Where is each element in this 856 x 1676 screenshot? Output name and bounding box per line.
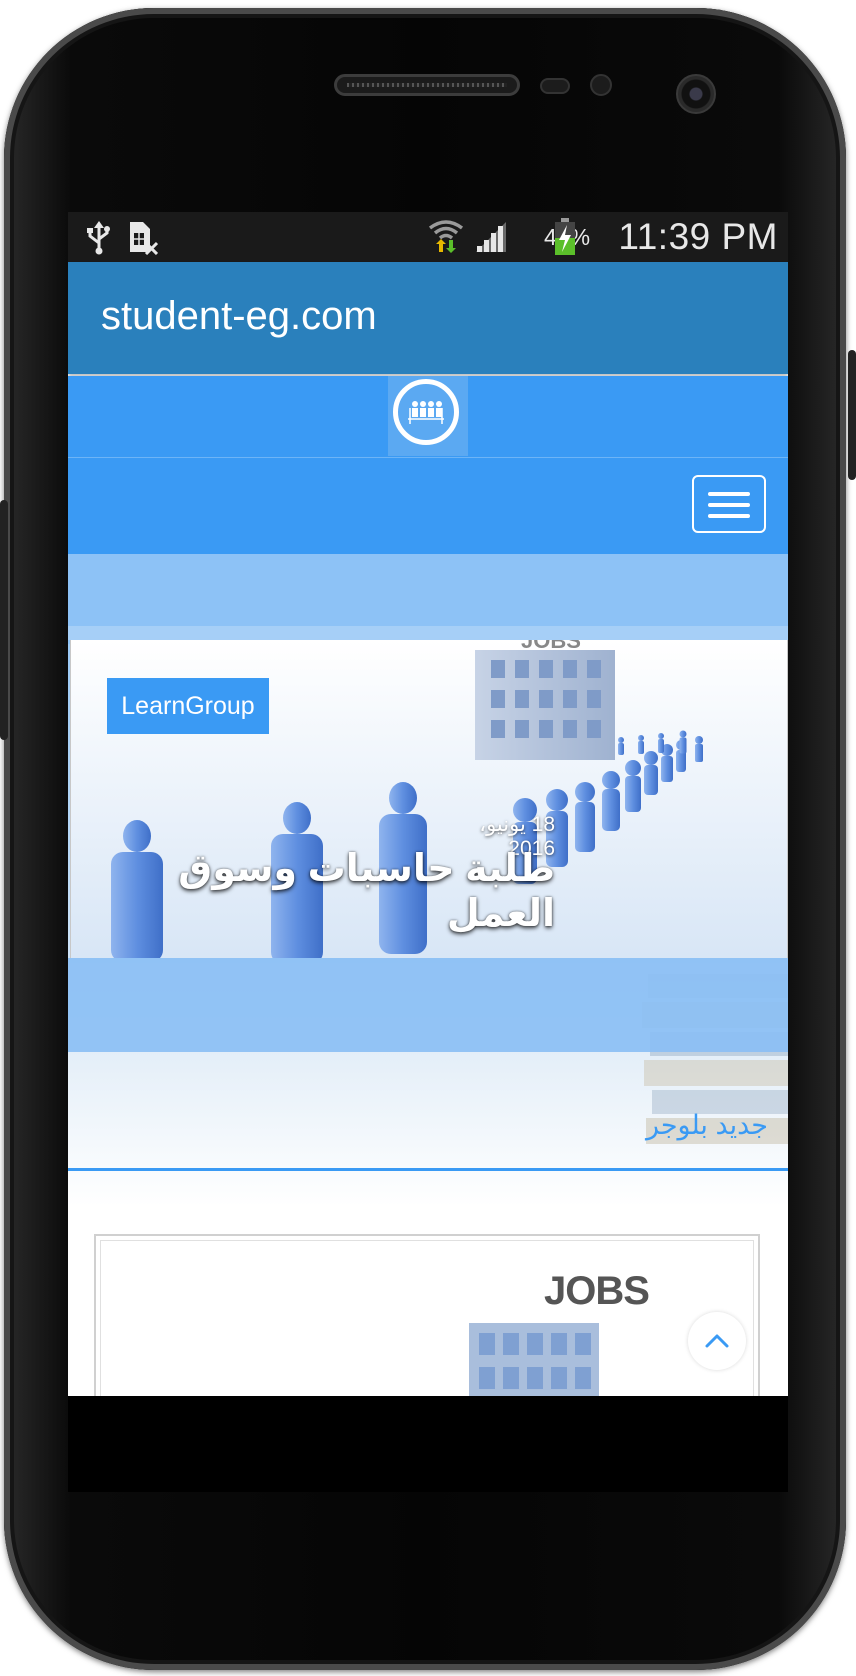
usb-icon [86,221,112,260]
signal-icon [474,220,508,259]
site-header [68,376,788,457]
category-badge[interactable]: LearnGroup [107,678,269,734]
nav-bar [68,458,788,554]
status-time: 11:39 PM [618,216,778,257]
earpiece-speaker [334,74,520,96]
site-logo[interactable] [388,376,468,456]
jobs-sign-text: JOBS [544,1269,650,1313]
featured-post-slide[interactable]: JOBS LearnGroup 18 يونيو، 2016 طلبة حاسب… [70,640,788,958]
screen-bottom-bezel [68,1396,788,1492]
svg-text:JOBS: JOBS [521,640,581,653]
front-camera [676,74,716,114]
learn-group-logo-icon [393,379,459,445]
slider-bottom-band [68,958,788,1052]
slider-top-band-fade [68,626,788,640]
power-button [848,350,856,480]
proximity-sensor [540,78,570,94]
device-screen: 42% 11:39 PM student-eg.com [68,212,788,1492]
light-sensor [590,74,612,96]
chevron-up-icon [705,1334,729,1348]
battery-charging-icon [554,218,576,261]
section-heading: جديد بلوجر [645,1110,768,1140]
status-bar: 42% 11:39 PM [68,212,788,262]
wifi-icon [428,218,464,259]
volume-button [0,500,8,740]
scroll-to-top-button[interactable] [688,1312,746,1370]
section-heading-underline [68,1168,788,1171]
no-sim-icon [128,221,159,260]
menu-toggle-button[interactable] [692,475,766,533]
featured-post-title[interactable]: طلبة حاسبات وسوق العمل [115,846,555,936]
app-bar: student-eg.com [68,262,788,374]
app-title: student-eg.com [101,294,377,338]
